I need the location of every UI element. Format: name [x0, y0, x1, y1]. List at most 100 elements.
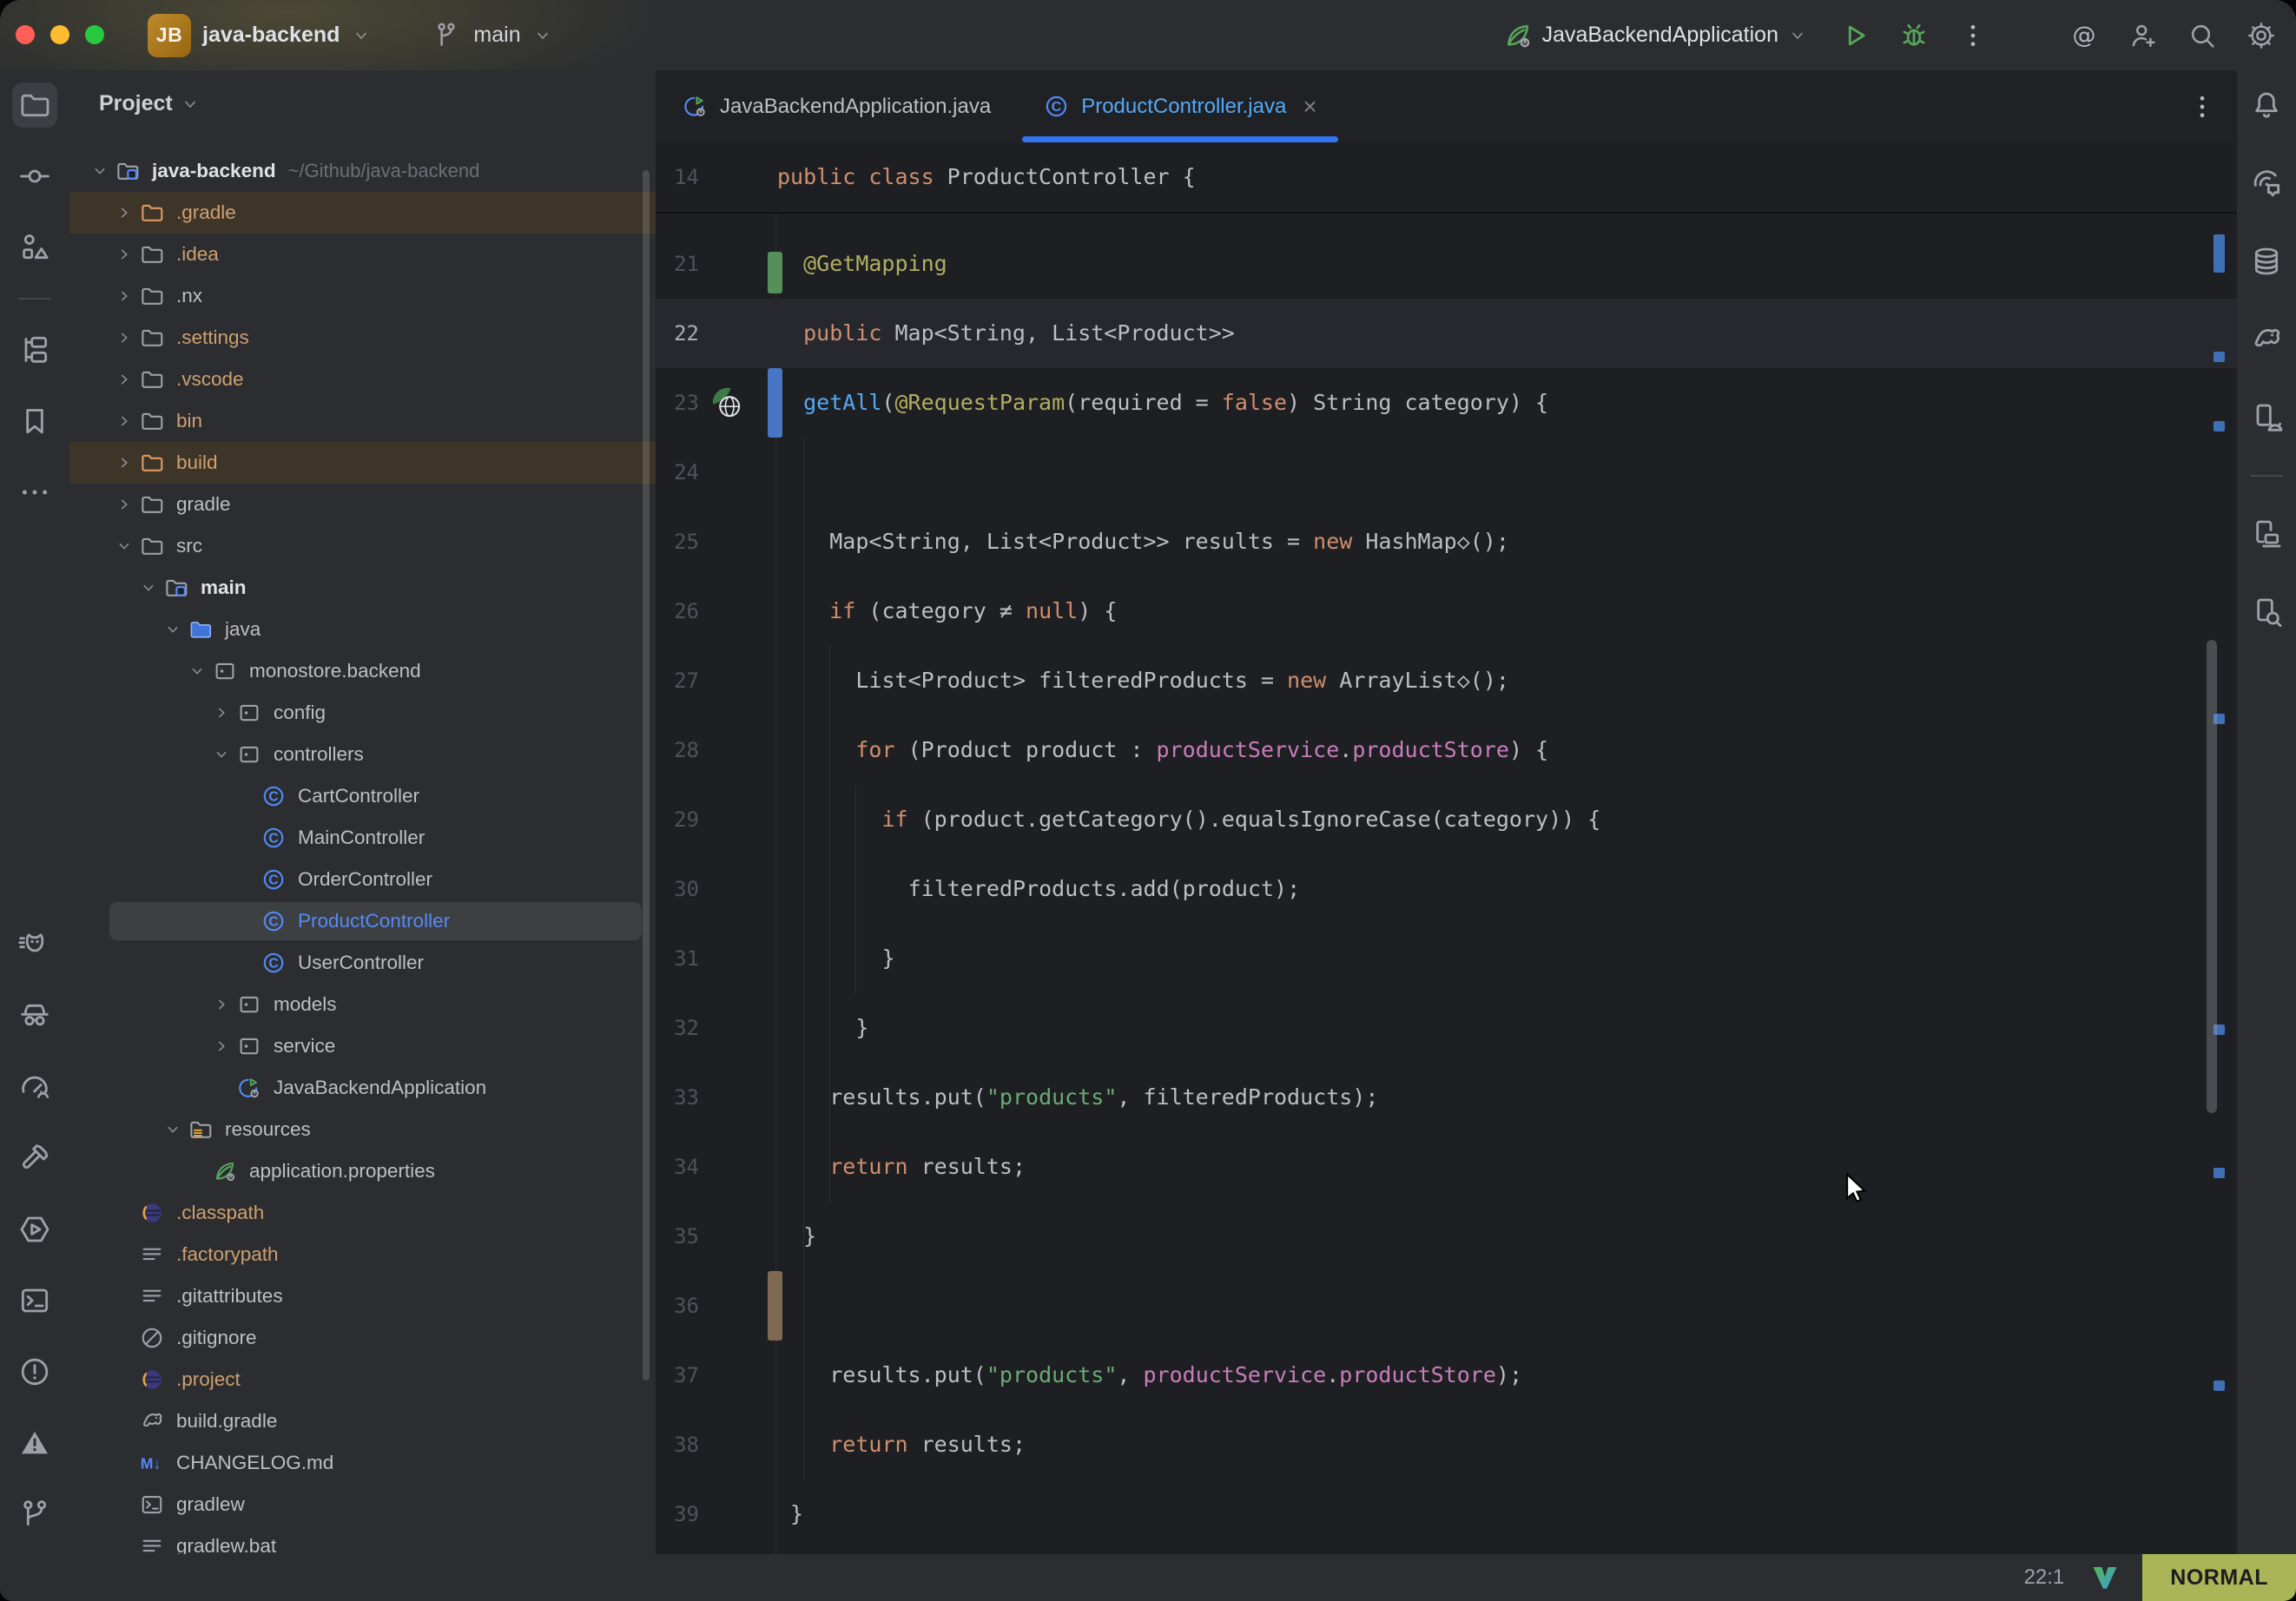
code-line-34[interactable]: 34return results;	[656, 1132, 2237, 1202]
tree-item-CHANGELOG.md[interactable]: M↓CHANGELOG.md	[69, 1442, 656, 1484]
tree-item-MainController[interactable]: CMainController	[69, 817, 656, 859]
settings-gear-icon[interactable]	[2246, 20, 2277, 51]
tool-bookmarks[interactable]	[12, 399, 57, 444]
tree-item-bin[interactable]: bin	[69, 400, 656, 442]
git-branch-icon[interactable]	[431, 20, 462, 51]
tree-item-UserController[interactable]: CUserController	[69, 942, 656, 984]
tool-running-devices[interactable]	[2244, 395, 2289, 440]
search-everywhere-icon[interactable]	[2187, 20, 2218, 51]
code-line-26[interactable]: 26if (category ≠ null) {	[656, 576, 2237, 646]
tree-item-java[interactable]: java	[69, 609, 656, 650]
code-line-22[interactable]: 22public Map<String, List<Product>>	[656, 299, 2237, 368]
tree-item-build[interactable]: build	[69, 442, 656, 484]
chevron-right-icon[interactable]	[111, 450, 137, 476]
code-line-32[interactable]: 32}	[656, 993, 2237, 1063]
tree-item-gradle[interactable]: gradle	[69, 484, 656, 525]
tree-item-application.properties[interactable]: application.properties	[69, 1150, 656, 1192]
code-line-30[interactable]: 30filteredProducts.add(product);	[656, 854, 2237, 924]
tree-item-resources[interactable]: resources	[69, 1109, 656, 1150]
chevron-right-icon[interactable]	[208, 1033, 234, 1059]
tool-gradle[interactable]	[2244, 317, 2289, 362]
editor-tab-ProductController.java[interactable]: CProductController.java×	[1017, 70, 1343, 142]
tool-build[interactable]	[12, 1136, 57, 1181]
project-tree-scrollbar[interactable]	[643, 170, 650, 1380]
chevron-down-icon[interactable]	[135, 575, 162, 601]
code-line-23[interactable]: 23getAll(@RequestParam(required = false)…	[656, 368, 2237, 438]
code-line-33[interactable]: 33results.put("products", filteredProduc…	[656, 1063, 2237, 1132]
tree-item-.vscode[interactable]: .vscode	[69, 359, 656, 400]
tree-item-controllers[interactable]: controllers	[69, 734, 656, 775]
code-with-me-icon[interactable]	[2128, 20, 2159, 51]
code-line-38[interactable]: 38return results;	[656, 1410, 2237, 1479]
tree-item-src[interactable]: src	[69, 525, 656, 567]
tree-item-.gitignore[interactable]: .gitignore	[69, 1317, 656, 1359]
code-line-29[interactable]: 29if (product.getCategory().equalsIgnore…	[656, 785, 2237, 854]
tool-git[interactable]	[12, 1492, 57, 1537]
code-line-24[interactable]: 24	[656, 438, 2237, 507]
chevron-right-icon[interactable]	[208, 992, 234, 1018]
chevron-right-icon[interactable]	[111, 366, 137, 392]
code-line-25[interactable]: 25Map<String, List<Product>> results = n…	[656, 507, 2237, 576]
vim-mode-badge[interactable]: NORMAL	[2142, 1554, 2296, 1601]
code-line-31[interactable]: 31}	[656, 924, 2237, 993]
tool-database[interactable]	[2244, 239, 2289, 284]
tree-item-.gradle[interactable]: .gradle	[69, 192, 656, 234]
chevron-right-icon[interactable]	[208, 700, 234, 726]
chevron-down-icon[interactable]	[87, 158, 113, 184]
minimize-window-button[interactable]	[50, 25, 69, 44]
code-line-35[interactable]: 35}	[656, 1202, 2237, 1271]
tree-item-gradlew.bat[interactable]: gradlew.bat	[69, 1525, 656, 1554]
ideavim-icon[interactable]	[2090, 1563, 2120, 1592]
run-configuration-selector[interactable]: JavaBackendApplication	[1502, 20, 1808, 51]
tool-ai-cat[interactable]	[12, 922, 57, 967]
tree-item-.project[interactable]: .project	[69, 1359, 656, 1400]
chevron-down-icon[interactable]	[532, 25, 553, 46]
caret-position-widget[interactable]: 22:1	[2024, 1565, 2065, 1590]
tree-item-.idea[interactable]: .idea	[69, 234, 656, 275]
tree-item-.settings[interactable]: .settings	[69, 317, 656, 359]
chevron-right-icon[interactable]	[111, 491, 137, 517]
chevron-right-icon[interactable]	[111, 241, 137, 267]
tool-services[interactable]	[12, 1207, 57, 1252]
more-actions-button[interactable]	[1957, 20, 1989, 51]
tree-item-.factorypath[interactable]: .factorypath	[69, 1234, 656, 1275]
tool-project[interactable]	[12, 82, 57, 128]
chevron-right-icon[interactable]	[111, 200, 137, 226]
tool-device-explorer[interactable]	[2244, 590, 2289, 635]
tree-item-config[interactable]: config	[69, 692, 656, 734]
tree-item-.nx[interactable]: .nx	[69, 275, 656, 317]
chevron-down-icon[interactable]	[184, 658, 210, 684]
project-panel-header[interactable]: Project	[99, 91, 201, 116]
close-tab-icon[interactable]: ×	[1303, 95, 1316, 119]
sticky-header-line[interactable]: 14public class ProductController {	[656, 142, 2237, 214]
tree-item-java-backend[interactable]: java-backend~/Github/java-backend	[69, 150, 656, 192]
tree-item-models[interactable]: models	[69, 984, 656, 1025]
debug-button[interactable]	[1898, 20, 1930, 51]
chevron-down-icon[interactable]	[208, 741, 234, 768]
tool-more-tool-windows[interactable]	[12, 470, 57, 515]
editor-tab-JavaBackendApplication.java[interactable]: JavaBackendApplication.java	[656, 70, 1017, 142]
editor-scrollbar[interactable]	[2207, 640, 2217, 1113]
tree-item-CartController[interactable]: CCartController	[69, 775, 656, 817]
tool-notifications[interactable]	[2244, 82, 2289, 128]
tool-build-tool-window[interactable]	[12, 327, 57, 372]
tree-item-gradlew[interactable]: gradlew	[69, 1484, 656, 1525]
tree-item-ProductController[interactable]: CProductController	[69, 900, 656, 942]
sticky-line-14[interactable]: 14public class ProductController {	[656, 142, 2237, 212]
chevron-down-icon[interactable]	[111, 533, 137, 559]
tool-incognito[interactable]	[12, 993, 57, 1038]
tree-item-main[interactable]: main	[69, 567, 656, 609]
tree-item-service[interactable]: service	[69, 1025, 656, 1067]
tool-problems[interactable]	[12, 1349, 57, 1394]
tree-item-JavaBackendApplication[interactable]: JavaBackendApplication	[69, 1067, 656, 1109]
tree-item-OrderController[interactable]: COrderController	[69, 859, 656, 900]
zoom-window-button[interactable]	[85, 25, 104, 44]
tree-item-.classpath[interactable]: .classpath	[69, 1192, 656, 1234]
tool-structure[interactable]	[12, 225, 57, 270]
tree-item-.gitattributes[interactable]: .gitattributes	[69, 1275, 656, 1317]
code-line-21[interactable]: 21@GetMapping	[656, 229, 2237, 299]
tool-terminal[interactable]	[12, 1278, 57, 1323]
rest-endpoint-gutter-icon[interactable]	[706, 383, 746, 423]
code-line-39[interactable]: 39}	[656, 1479, 2237, 1549]
tab-options-kebab-icon[interactable]	[2187, 91, 2218, 122]
